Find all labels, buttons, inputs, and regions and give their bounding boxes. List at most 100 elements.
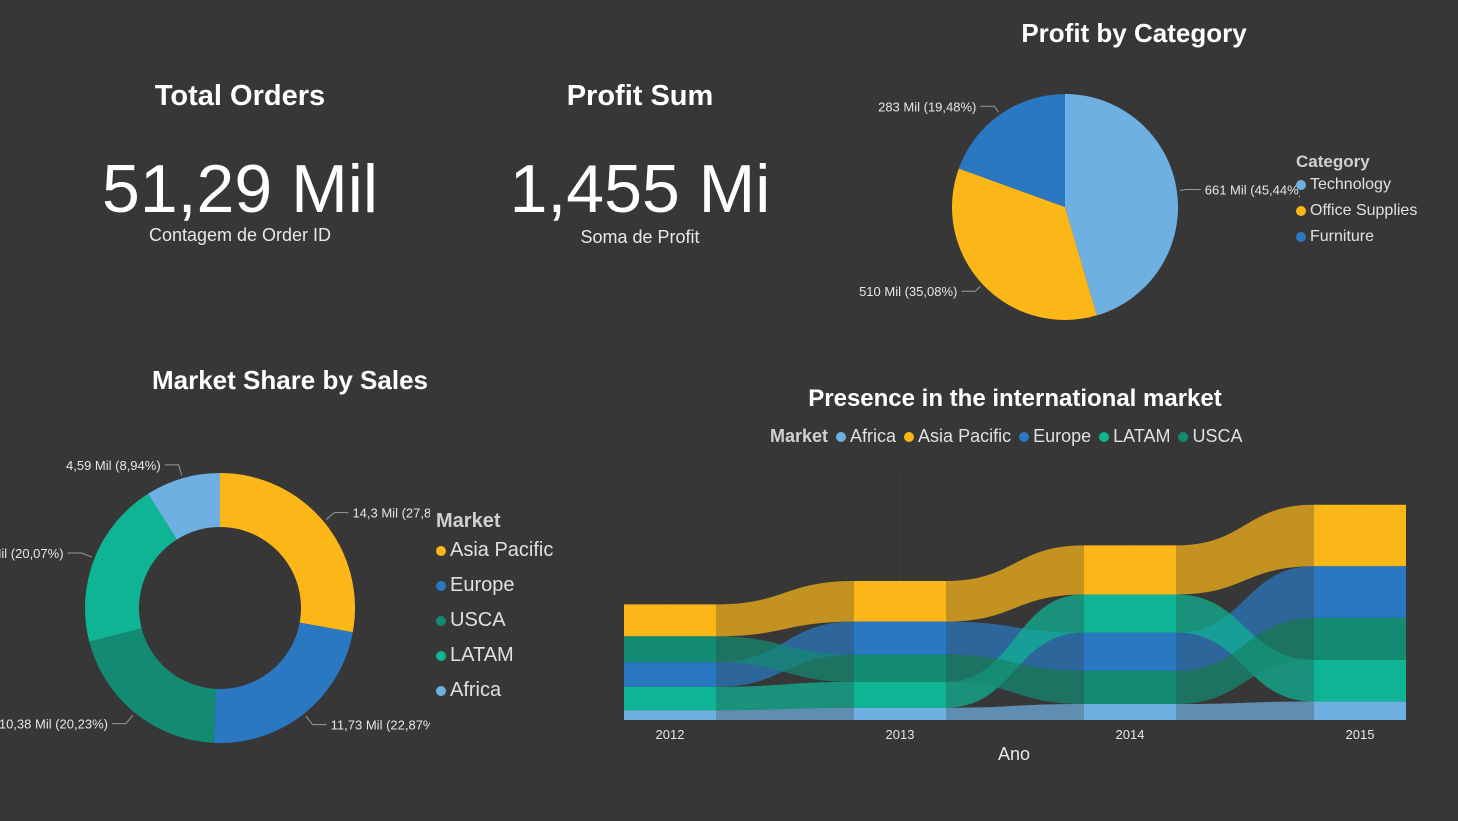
data-label: 11,73 Mil (22,87%) xyxy=(331,718,430,733)
ribbon-africa[interactable] xyxy=(1176,701,1314,720)
legend-label: Asia Pacific xyxy=(450,539,554,561)
total-orders-title: Total Orders xyxy=(154,80,326,112)
data-label: 14,3 Mil (27,88%) xyxy=(352,506,430,521)
legend-label: Asia Pacific xyxy=(918,426,1012,446)
leader-line xyxy=(305,715,327,726)
leader-line xyxy=(961,286,981,292)
legend-dot-icon xyxy=(1296,232,1306,242)
profit-category-title: Profit by Category xyxy=(1021,18,1247,48)
profit-category-pie: 661 Mil (45,44%) 510 Mil (35,08%) 283 Mil … xyxy=(859,94,1300,321)
legend-label: LATAM xyxy=(1113,426,1171,446)
legend-item-europe[interactable]: Europe xyxy=(436,574,553,597)
legend-label: Technology xyxy=(1310,176,1391,193)
data-label: 283 Mil (19,48%) xyxy=(878,99,976,114)
market-share-title: Market Share by Sales xyxy=(151,365,429,395)
bar-asia-pacific-2014[interactable] xyxy=(1084,545,1176,595)
legend-dot-icon xyxy=(1178,431,1189,442)
legend-label: Europe xyxy=(1033,426,1092,446)
bar-europe-2012[interactable] xyxy=(624,662,716,687)
data-label: 10,29 Mil (20,07%) xyxy=(0,546,64,561)
slice-asia-pacific[interactable] xyxy=(220,473,355,633)
legend-item-africa[interactable]: Africa xyxy=(836,426,896,447)
data-label: 661 Mil (45,44%) xyxy=(1205,183,1300,198)
legend-label: Office Supplies xyxy=(1310,202,1418,219)
bar-latam-2013[interactable] xyxy=(854,681,946,708)
bar-asia-pacific-2013[interactable] xyxy=(854,581,946,622)
bar-africa-2012[interactable] xyxy=(624,710,716,720)
legend-item-usca[interactable]: USCA xyxy=(436,609,553,632)
data-label: 510 Mil (35,08%) xyxy=(859,284,957,299)
profit-sum-value: 1,455 Mi xyxy=(509,151,771,227)
legend-dot-icon xyxy=(1296,206,1306,216)
profit-sum-title: Profit Sum xyxy=(566,80,714,112)
bar-asia-pacific-2012[interactable] xyxy=(624,604,716,637)
bar-africa-2013[interactable] xyxy=(854,707,946,720)
total-orders-label: Contagem de Order ID xyxy=(148,225,332,245)
legend-dot-icon xyxy=(436,580,446,591)
legend-dot-icon xyxy=(436,545,446,556)
ribbon-legend: Market Africa Asia Pacific Europe LATAM USCA xyxy=(770,426,1243,447)
legend-item-europe[interactable]: Europe xyxy=(1019,426,1091,447)
bar-usca-2015[interactable] xyxy=(1314,617,1406,660)
legend-item-office-supplies[interactable]: Office Supplies xyxy=(1296,202,1417,220)
legend-label: Europe xyxy=(450,574,515,596)
market-legend: Market Asia Pacific Europe USCA LATAM Africa xyxy=(436,510,553,714)
ribbon-africa[interactable] xyxy=(946,704,1084,720)
leader-line xyxy=(980,105,999,113)
x-tick-label: 2012 xyxy=(656,727,685,742)
legend-item-africa[interactable]: Africa xyxy=(436,679,553,702)
x-tick-label: 2014 xyxy=(1116,727,1145,742)
bar-latam-2014[interactable] xyxy=(1084,594,1176,633)
legend-item-technology[interactable]: Technology xyxy=(1296,176,1417,194)
legend-item-furniture[interactable]: Furniture xyxy=(1296,228,1417,246)
leader-line xyxy=(67,552,92,558)
international-market-title: Presence in the international market xyxy=(808,385,1222,412)
legend-dot-icon xyxy=(436,685,446,696)
profit-sum-label: Soma de Profit xyxy=(580,227,700,247)
legend-label: Furniture xyxy=(1310,228,1375,245)
bar-africa-2015[interactable] xyxy=(1314,701,1406,720)
x-tick-label: 2015 xyxy=(1346,727,1375,742)
international-market-ribbon: 2012 2013 2014 2015 xyxy=(624,468,1406,742)
legend-label: USCA xyxy=(1192,426,1243,446)
legend-dot-icon xyxy=(836,431,847,442)
bar-europe-2014[interactable] xyxy=(1084,632,1176,671)
legend-item-latam[interactable]: LATAM xyxy=(1099,426,1170,447)
bar-latam-2015[interactable] xyxy=(1314,659,1406,702)
leader-line xyxy=(325,512,349,521)
legend-dot-icon xyxy=(1296,180,1306,190)
bar-europe-2013[interactable] xyxy=(854,621,946,655)
legend-dot-icon xyxy=(436,615,446,626)
legend-label: Africa xyxy=(450,679,502,701)
ribbon-xlabel: Ano xyxy=(997,744,1031,764)
legend-label: LATAM xyxy=(450,644,514,666)
bar-usca-2013[interactable] xyxy=(854,654,946,682)
ribbon-latam[interactable] xyxy=(716,681,854,711)
bar-europe-2015[interactable] xyxy=(1314,566,1406,618)
category-legend: Category Technology Office Supplies Furnit… xyxy=(1296,152,1417,254)
bar-asia-pacific-2015[interactable] xyxy=(1314,504,1406,567)
legend-item-asia-pacific[interactable]: Asia Pacific xyxy=(904,426,1011,447)
legend-dot-icon xyxy=(904,431,915,442)
legend-label: USCA xyxy=(450,609,506,631)
market-legend-title: Market xyxy=(436,510,501,532)
legend-dot-icon xyxy=(436,650,446,661)
legend-item-usca[interactable]: USCA xyxy=(1178,426,1243,447)
legend-item-latam[interactable]: LATAM xyxy=(436,644,553,667)
market-share-donut: 14,3 Mil (27,88%) 11,73 Mil (22,87%) 10,38… xyxy=(0,458,430,743)
legend-item-asia-pacific[interactable]: Asia Pacific xyxy=(436,539,553,562)
legend-dot-icon xyxy=(1099,431,1110,442)
leader-line xyxy=(164,464,183,476)
bar-africa-2014[interactable] xyxy=(1084,704,1176,720)
legend-dot-icon xyxy=(1019,431,1030,442)
total-orders-value: 51,29 Mil xyxy=(102,151,378,227)
slice-usca[interactable] xyxy=(89,628,217,743)
category-legend-title: Category xyxy=(1296,152,1370,171)
bar-latam-2012[interactable] xyxy=(624,686,716,711)
legend-label: Africa xyxy=(850,426,897,446)
leader-line xyxy=(111,714,134,725)
bar-usca-2012[interactable] xyxy=(624,636,716,663)
bar-usca-2014[interactable] xyxy=(1084,670,1176,705)
data-label: 4,59 Mil (8,94%) xyxy=(66,458,161,473)
data-label: 10,38 Mil (20,23%) xyxy=(0,717,108,732)
